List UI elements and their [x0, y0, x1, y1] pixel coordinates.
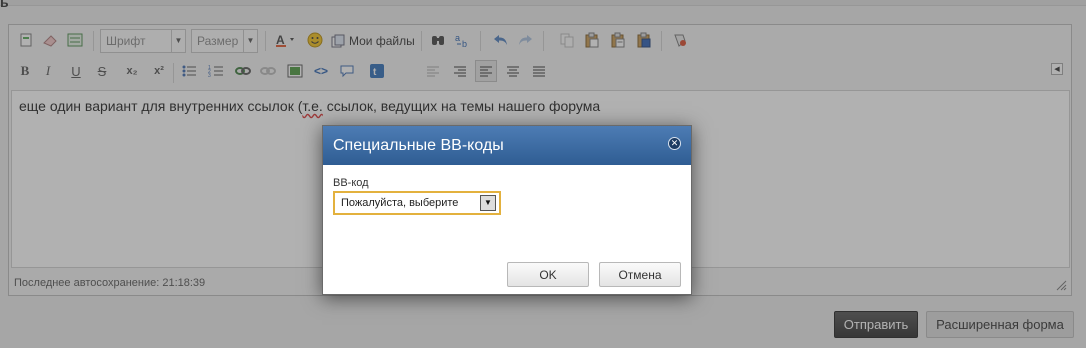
- special-bbcodes-dialog: Специальные BB-коды ✕ BB-код Пожалуйста,…: [322, 125, 692, 295]
- bbcode-select[interactable]: Пожалуйста, выберите ▼: [333, 191, 501, 215]
- bbcode-select-value: Пожалуйста, выберите: [341, 197, 459, 209]
- dialog-title: Специальные BB-коды: [333, 136, 504, 154]
- bbcode-field-label: BB-код: [333, 177, 369, 189]
- close-icon[interactable]: ✕: [668, 137, 681, 150]
- ok-button[interactable]: OK: [507, 262, 589, 287]
- chevron-down-icon: ▼: [480, 195, 496, 211]
- cancel-button[interactable]: Отмена: [599, 262, 681, 287]
- dialog-header: Специальные BB-коды ✕: [323, 126, 691, 165]
